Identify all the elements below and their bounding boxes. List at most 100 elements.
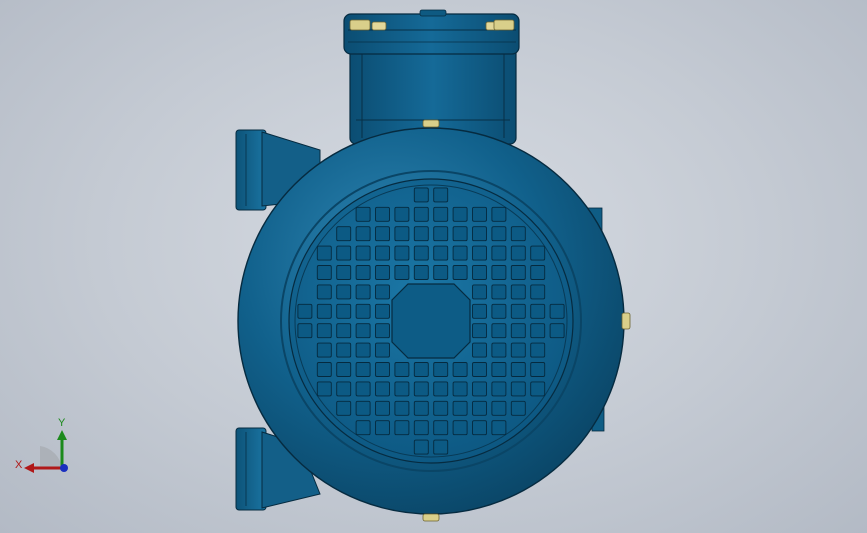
grille-slot bbox=[316, 342, 332, 358]
grille-slot bbox=[530, 362, 546, 377]
grille-slot bbox=[375, 245, 390, 261]
grille-slot bbox=[394, 226, 410, 242]
grille-slot bbox=[394, 245, 410, 261]
grille-slot bbox=[530, 342, 546, 358]
grille-slot bbox=[394, 381, 410, 397]
grille-slot bbox=[530, 265, 546, 280]
grille-slot bbox=[491, 303, 507, 319]
grille-slot bbox=[316, 362, 332, 377]
grille-slot bbox=[452, 420, 468, 436]
grille-slot bbox=[472, 245, 487, 261]
grille-slot bbox=[472, 265, 487, 280]
z-axis-dot-icon bbox=[60, 464, 68, 472]
grille-slot bbox=[375, 420, 390, 436]
grille-slot bbox=[316, 265, 332, 280]
grille-slot bbox=[375, 342, 390, 358]
grille-slot bbox=[355, 206, 371, 222]
triad-plane-icon bbox=[40, 446, 62, 468]
grille-slot bbox=[530, 303, 546, 319]
grille-slot bbox=[491, 420, 507, 436]
grille-slot bbox=[530, 323, 546, 339]
grille-slot bbox=[491, 206, 507, 222]
grille-slot bbox=[355, 323, 371, 339]
grille-slot bbox=[549, 303, 565, 319]
grille-slot bbox=[355, 245, 371, 261]
grille-slot bbox=[375, 303, 390, 319]
grille-slot bbox=[394, 206, 410, 222]
grille-slot bbox=[510, 323, 526, 339]
grille-slot bbox=[413, 362, 429, 377]
grille-slot bbox=[433, 400, 449, 416]
grille-slot bbox=[510, 381, 526, 397]
grille-slot bbox=[316, 303, 332, 319]
bolt-top bbox=[422, 119, 440, 128]
grille-slot bbox=[530, 381, 546, 397]
grille-slot bbox=[355, 420, 371, 436]
grille-slot bbox=[413, 187, 429, 203]
bolt-bottom bbox=[422, 513, 440, 522]
grille-slot bbox=[336, 265, 352, 280]
grille-slot bbox=[530, 245, 546, 261]
grille-slot bbox=[336, 245, 352, 261]
graphics-viewport[interactable]: Y X bbox=[0, 0, 867, 533]
grille-slot bbox=[355, 265, 371, 280]
grille-slot bbox=[510, 303, 526, 319]
grille-slot bbox=[375, 362, 390, 377]
grille-slot bbox=[375, 226, 390, 242]
grille-slot bbox=[472, 226, 487, 242]
grille-slot bbox=[472, 400, 487, 416]
grille-slot bbox=[336, 342, 352, 358]
grille-slot bbox=[336, 362, 352, 377]
grille-slot bbox=[510, 362, 526, 377]
grille-slot bbox=[433, 187, 449, 203]
grille-slot bbox=[433, 265, 449, 280]
x-axis-label: X bbox=[15, 459, 23, 471]
grille-slot bbox=[336, 323, 352, 339]
grille-slot bbox=[433, 245, 449, 261]
grille-slot bbox=[355, 284, 371, 300]
grille-slot bbox=[530, 284, 546, 300]
grille-slot bbox=[375, 265, 390, 280]
grille-slot bbox=[316, 381, 332, 397]
grille-slot bbox=[510, 245, 526, 261]
grille-slot bbox=[433, 381, 449, 397]
grille-slot bbox=[316, 284, 332, 300]
grille-slot bbox=[472, 381, 487, 397]
grille-slot bbox=[316, 245, 332, 261]
grille-slot bbox=[413, 265, 429, 280]
motor-model[interactable] bbox=[0, 0, 867, 533]
grille-slot bbox=[433, 420, 449, 436]
grille-slot bbox=[336, 381, 352, 397]
grille-slot bbox=[472, 342, 487, 358]
coordinate-triad: Y X bbox=[15, 417, 68, 473]
grille-slot bbox=[355, 362, 371, 377]
grille-slot bbox=[491, 342, 507, 358]
grille-slot bbox=[297, 323, 313, 339]
grille-slot bbox=[452, 226, 468, 242]
grille-slot bbox=[433, 206, 449, 222]
grille-slot bbox=[413, 381, 429, 397]
grille-slot bbox=[355, 381, 371, 397]
grille-slot bbox=[297, 303, 313, 319]
grille-slot bbox=[472, 206, 487, 222]
grille-slot bbox=[413, 420, 429, 436]
grille-slot bbox=[452, 206, 468, 222]
grille-slot bbox=[491, 265, 507, 280]
grille-slot bbox=[510, 284, 526, 300]
grille-slot bbox=[472, 303, 487, 319]
grille-slot bbox=[375, 284, 390, 300]
grille-slot bbox=[472, 362, 487, 377]
grille-slot bbox=[433, 439, 449, 455]
grille-slot bbox=[452, 265, 468, 280]
grille-slot bbox=[375, 381, 390, 397]
grille-slot bbox=[452, 400, 468, 416]
grille-slot bbox=[510, 400, 526, 416]
grille-slot bbox=[491, 362, 507, 377]
grille-slot bbox=[355, 342, 371, 358]
grille-slot bbox=[510, 342, 526, 358]
fan-hub-opening bbox=[391, 283, 471, 359]
grille-slot bbox=[413, 226, 429, 242]
grille-slot bbox=[375, 206, 390, 222]
grille-slot bbox=[355, 226, 371, 242]
grille-slot bbox=[413, 439, 429, 455]
